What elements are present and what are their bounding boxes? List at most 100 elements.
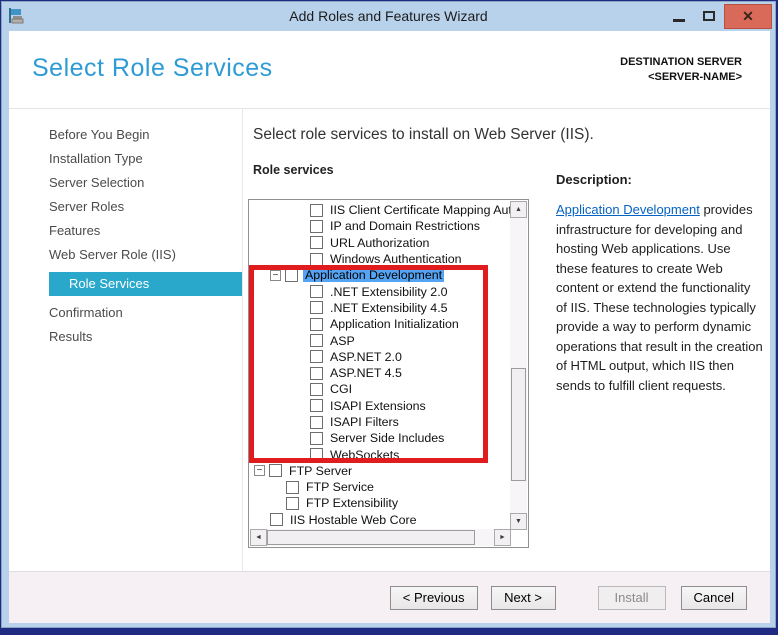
tree-item-label[interactable]: WebSockets [328,448,401,462]
tree-row-asp[interactable]: ASP [250,332,510,348]
checkbox[interactable] [310,318,323,331]
tree-row--net-extensibility-4-5[interactable]: .NET Extensibility 4.5 [250,300,510,316]
checkbox[interactable] [310,301,323,314]
checkbox[interactable] [310,204,323,217]
checkbox[interactable] [310,416,323,429]
nav-divider [242,109,243,571]
footer-bar: < PreviousNext >InstallCancel [9,571,770,623]
checkbox[interactable] [310,236,323,249]
description-label: Description: [556,172,763,187]
description-body: Application Development provides infrast… [556,200,763,395]
tree-item-label[interactable]: URL Authorization [328,236,431,250]
checkbox[interactable] [310,285,323,298]
maximize-button[interactable] [694,3,724,29]
tree-item-label[interactable]: IIS Hostable Web Core [288,513,419,527]
tree-row-windows-authentication[interactable]: Windows Authentication [250,251,510,267]
sidebar-item-before-you-begin[interactable]: Before You Begin [41,123,242,147]
tree-item-label[interactable]: .NET Extensibility 2.0 [328,285,450,299]
collapse-icon[interactable]: − [254,465,265,476]
checkbox[interactable] [310,367,323,380]
checkbox[interactable] [286,497,299,510]
tree-item-label[interactable]: ASP.NET 2.0 [328,350,404,364]
next-button[interactable]: Next > [491,586,556,610]
scroll-right-icon: ► [499,534,506,541]
tree-item-label[interactable]: Application Development [303,268,444,282]
tree-item-label[interactable]: .NET Extensibility 4.5 [328,301,450,315]
tree-item-label[interactable]: FTP Server [287,464,354,478]
tree-row-ftp-extensibility[interactable]: FTP Extensibility [250,495,510,511]
tree-row-server-side-includes[interactable]: Server Side Includes [250,430,510,446]
checkbox[interactable] [310,334,323,347]
vertical-scroll-thumb[interactable] [511,368,526,481]
tree-row-isapi-filters[interactable]: ISAPI Filters [250,414,510,430]
checkbox[interactable] [310,432,323,445]
tree-row-ftp-server[interactable]: − FTP Server [250,463,510,479]
checkbox[interactable] [310,253,323,266]
vertical-scrollbar[interactable]: ▲ ▼ [510,201,527,530]
tree-item-label[interactable]: Windows Authentication [328,252,464,266]
checkbox[interactable] [310,220,323,233]
tree-row-asp-net-2-0[interactable]: ASP.NET 2.0 [250,349,510,365]
sidebar-item-web-server-role-iis-[interactable]: Web Server Role (IIS) [41,243,242,267]
wizard-window: Add Roles and Features Wizard ✕ Select R… [1,1,776,628]
tree-row-application-initialization[interactable]: Application Initialization [250,316,510,332]
checkbox[interactable] [310,399,323,412]
sidebar-item-role-services[interactable]: Role Services [49,272,242,296]
cancel-button[interactable]: Cancel [681,586,747,610]
tree-item-label[interactable]: ASP.NET 4.5 [328,366,404,380]
minimize-icon [673,19,685,22]
tree-item-label[interactable]: FTP Service [304,480,376,494]
destination-server-label: DESTINATION SERVER [620,55,742,70]
checkbox[interactable] [270,513,283,526]
tree-row-ftp-service[interactable]: FTP Service [250,479,510,495]
maximize-icon [703,11,715,21]
checkbox[interactable] [286,481,299,494]
tree-row-isapi-extensions[interactable]: ISAPI Extensions [250,398,510,414]
tree-item-label[interactable]: Application Initialization [328,317,461,331]
destination-server-block: DESTINATION SERVER <SERVER-NAME> [620,55,742,85]
tree-row-cgi[interactable]: CGI [250,381,510,397]
close-icon: ✕ [742,8,754,25]
checkbox[interactable] [310,350,323,363]
tree-item-label[interactable]: Server Side Includes [328,431,446,445]
tree-row-url-authorization[interactable]: URL Authorization [250,235,510,251]
sidebar-item-confirmation[interactable]: Confirmation [41,301,242,325]
server-name: <SERVER-NAME> [620,70,742,85]
sidebar-item-server-roles[interactable]: Server Roles [41,195,242,219]
tree-row--net-extensibility-2-0[interactable]: .NET Extensibility 2.0 [250,283,510,299]
tree-row-websockets[interactable]: WebSockets [250,446,510,462]
close-button[interactable]: ✕ [724,4,772,29]
checkbox[interactable] [285,269,298,282]
tree-item-label[interactable]: IIS Client Certificate Mapping Authentic… [328,203,510,217]
sidebar-item-features[interactable]: Features [41,219,242,243]
tree-item-label[interactable]: ISAPI Extensions [328,399,428,413]
tree-item-label[interactable]: CGI [328,382,354,396]
application-development-link[interactable]: Application Development [556,202,700,217]
sidebar-item-results[interactable]: Results [41,325,242,349]
sidebar-item-installation-type[interactable]: Installation Type [41,147,242,171]
tree-item-label[interactable]: FTP Extensibility [304,496,400,510]
scroll-up-button[interactable]: ▲ [510,201,527,218]
tree-row-asp-net-4-5[interactable]: ASP.NET 4.5 [250,365,510,381]
prev-button[interactable]: < Previous [390,586,478,610]
tree-row-application-development[interactable]: − Application Development [250,267,510,283]
tree-item-label[interactable]: IP and Domain Restrictions [328,219,482,233]
tree-row-ip-and-domain-restrictions[interactable]: IP and Domain Restrictions [250,218,510,234]
scroll-right-button[interactable]: ► [494,529,511,546]
minimize-button[interactable] [664,3,694,29]
checkbox[interactable] [310,383,323,396]
title-bar: Add Roles and Features Wizard ✕ [2,2,775,30]
tree-item-label[interactable]: ASP [328,334,357,348]
checkbox[interactable] [269,464,282,477]
horizontal-scroll-thumb[interactable] [267,530,475,545]
collapse-icon[interactable]: − [270,270,281,281]
horizontal-scrollbar[interactable]: ◄ ► [250,529,511,546]
wizard-steps-nav: Before You BeginInstallation TypeServer … [41,123,242,349]
tree-item-label[interactable]: ISAPI Filters [328,415,401,429]
scroll-down-button[interactable]: ▼ [510,513,527,530]
checkbox[interactable] [310,448,323,461]
tree-row-iis-hostable-web-core[interactable]: IIS Hostable Web Core [250,512,510,528]
scroll-left-button[interactable]: ◄ [250,529,267,546]
tree-row-iis-client-certificate-mapping-authentication[interactable]: IIS Client Certificate Mapping Authentic… [250,202,510,218]
sidebar-item-server-selection[interactable]: Server Selection [41,171,242,195]
